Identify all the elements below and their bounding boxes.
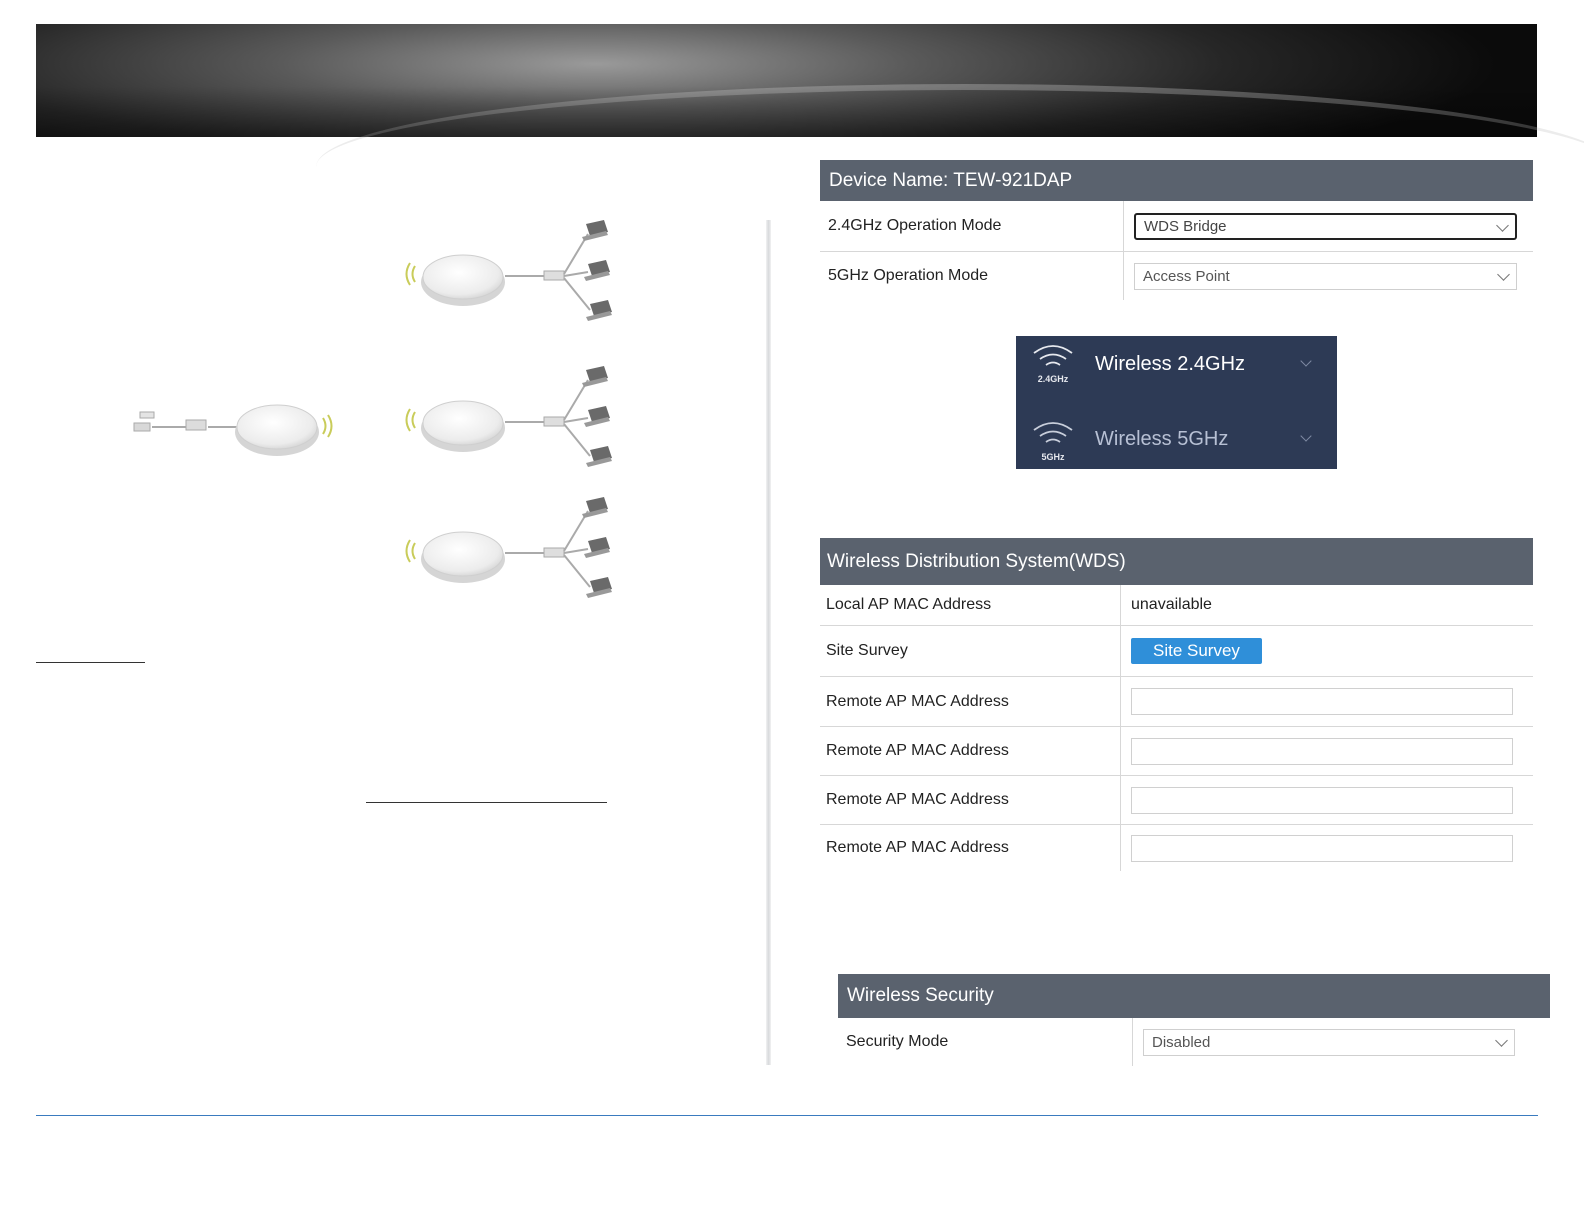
security-mode-cell: Disabled	[1133, 1018, 1550, 1066]
satellite-group-3	[405, 497, 612, 598]
chevron-down-icon	[1495, 1033, 1508, 1047]
operation-mode-24-value: WDS Bridge	[1144, 217, 1227, 235]
device-panel: Device Name: TEW-921DAP 2.4GHz Operation…	[820, 160, 1533, 300]
menu-item-wireless-5[interactable]: 5GHz Wireless 5GHz	[1016, 403, 1337, 469]
operation-mode-24-select[interactable]: WDS Bridge	[1134, 212, 1517, 240]
operation-mode-5-cell: Access Point	[1124, 252, 1533, 300]
site-survey-cell: Site Survey	[1121, 626, 1533, 676]
security-mode-row: Security Mode Disabled	[838, 1018, 1550, 1066]
security-mode-label: Security Mode	[838, 1018, 1133, 1066]
remote-mac-input-3[interactable]	[1131, 786, 1513, 814]
remote-mac-row: Remote AP MAC Address	[820, 776, 1533, 825]
wireless-band-menu: 2.4GHz Wireless 2.4GHz 5GHz Wireless 5GH…	[1016, 336, 1337, 469]
operation-mode-24-label: 2.4GHz Operation Mode	[820, 201, 1124, 251]
underline-rule-2	[366, 802, 607, 803]
wds-network-diagram	[133, 220, 612, 598]
wds-header: Wireless Distribution System(WDS)	[820, 538, 1533, 585]
underline-rule-1	[36, 662, 145, 663]
remote-mac-row: Remote AP MAC Address	[820, 727, 1533, 776]
modem-icon	[133, 411, 155, 432]
site-survey-label: Site Survey	[820, 626, 1121, 676]
remote-mac-label: Remote AP MAC Address	[820, 677, 1121, 726]
operation-mode-5-value: Access Point	[1143, 267, 1230, 285]
chevron-down-icon	[1300, 430, 1312, 442]
remote-mac-cell	[1121, 727, 1533, 775]
remote-mac-row: Remote AP MAC Address	[820, 825, 1533, 871]
wifi-icon	[1033, 345, 1073, 366]
remote-mac-input-4[interactable]	[1131, 834, 1513, 862]
remote-mac-label: Remote AP MAC Address	[820, 825, 1121, 871]
menu-label-wireless-5: Wireless 5GHz	[1095, 428, 1229, 450]
operation-mode-5-row: 5GHz Operation Mode Access Point	[820, 252, 1533, 300]
chevron-down-icon	[1497, 267, 1510, 281]
site-survey-row: Site Survey Site Survey	[820, 626, 1533, 677]
operation-mode-24-row: 2.4GHz Operation Mode WDS Bridge	[820, 201, 1533, 252]
router-icon	[185, 419, 207, 431]
signal-icon	[322, 414, 333, 438]
site-survey-button[interactable]: Site Survey	[1131, 638, 1262, 664]
wifi-icon	[1033, 422, 1073, 443]
remote-mac-row: Remote AP MAC Address	[820, 677, 1533, 727]
badge-5: 5GHz	[1041, 452, 1065, 462]
security-header: Wireless Security	[838, 974, 1550, 1018]
local-mac-label: Local AP MAC Address	[820, 585, 1121, 625]
remote-mac-cell	[1121, 825, 1533, 871]
local-mac-row: Local AP MAC Address unavailable	[820, 585, 1533, 626]
security-mode-select[interactable]: Disabled	[1143, 1028, 1515, 1056]
menu-item-wireless-24[interactable]: 2.4GHz Wireless 2.4GHz	[1016, 336, 1337, 402]
remote-mac-cell	[1121, 776, 1533, 824]
chevron-down-icon	[1300, 355, 1312, 367]
remote-mac-input-2[interactable]	[1131, 737, 1513, 765]
security-mode-value: Disabled	[1152, 1033, 1211, 1051]
footer-rule	[36, 1115, 1538, 1116]
wds-panel: Wireless Distribution System(WDS) Local …	[820, 538, 1533, 871]
operation-mode-24-cell: WDS Bridge	[1124, 201, 1533, 251]
column-separator	[766, 220, 771, 1065]
remote-mac-cell	[1121, 677, 1533, 726]
satellite-group-2	[405, 366, 612, 467]
security-title: Wireless Security	[847, 985, 994, 1006]
satellite-group-1	[405, 220, 612, 321]
root-access-point-icon	[235, 404, 319, 456]
remote-mac-label: Remote AP MAC Address	[820, 727, 1121, 775]
operation-mode-5-label: 5GHz Operation Mode	[820, 252, 1124, 300]
operation-mode-5-select[interactable]: Access Point	[1134, 262, 1517, 290]
device-name-title: Device Name: TEW-921DAP	[829, 169, 1073, 191]
security-panel: Wireless Security Security Mode Disabled	[838, 974, 1550, 1066]
wds-title: Wireless Distribution System(WDS)	[827, 550, 1126, 572]
device-name-header: Device Name: TEW-921DAP	[820, 160, 1533, 201]
badge-24: 2.4GHz	[1037, 374, 1069, 384]
chevron-down-icon	[1496, 218, 1509, 232]
remote-mac-input-1[interactable]	[1131, 688, 1513, 715]
remote-mac-label: Remote AP MAC Address	[820, 776, 1121, 824]
local-mac-value: unavailable	[1131, 596, 1212, 613]
header-banner	[36, 24, 1584, 137]
menu-label-wireless-24: Wireless 2.4GHz	[1095, 353, 1246, 375]
